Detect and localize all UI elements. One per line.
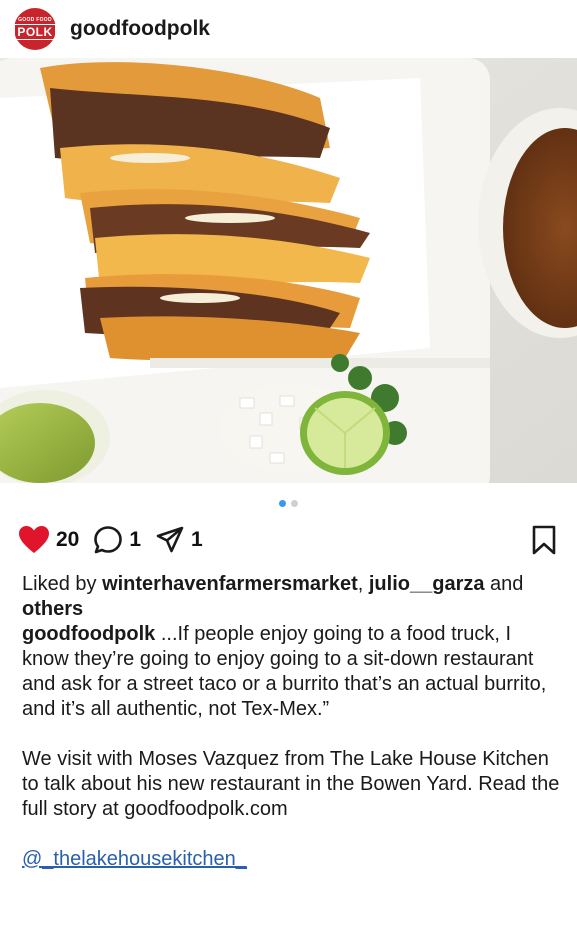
likes-separator: , (357, 573, 369, 595)
liker-link[interactable]: julio__garza (369, 573, 485, 595)
carousel-indicator (0, 500, 577, 507)
likes-and: and (484, 573, 524, 595)
caption-text: goodfoodpolk ...If people enjoy going to… (22, 622, 562, 722)
likes-others-link[interactable]: others (22, 598, 83, 620)
comment-count: 1 (129, 528, 142, 551)
tacos-photo-image (0, 58, 577, 483)
carousel-dot-active (279, 500, 286, 507)
post-caption: Liked by winterhavenfarmersmarket, julio… (22, 572, 562, 872)
action-bar: 20 1 1 (18, 522, 563, 558)
caption-text-2: We visit with Moses Vazquez from The Lak… (22, 748, 560, 820)
avatar-logo-text: POLK (14, 24, 56, 40)
share-count: 1 (191, 528, 203, 551)
like-count: 20 (56, 528, 80, 551)
comment-icon (94, 526, 123, 554)
share-button[interactable]: 1 (155, 525, 203, 555)
caption-author[interactable]: goodfoodpolk (22, 623, 155, 645)
post-photo[interactable] (0, 58, 577, 483)
like-button[interactable]: 20 (18, 525, 79, 555)
username[interactable]: goodfoodpolk (70, 17, 210, 41)
share-icon (156, 526, 184, 553)
heart-icon (19, 526, 49, 553)
bookmark-button[interactable] (531, 525, 557, 560)
mention-link[interactable]: @_thelakehousekitchen_ (22, 847, 562, 872)
post-header: GOOD FOOD POLK goodfoodpolk (0, 0, 577, 58)
avatar-top-text: GOOD FOOD (18, 17, 52, 23)
comment-button[interactable]: 1 (93, 525, 141, 555)
mention-text[interactable]: @_thelakehousekitchen_ (22, 848, 247, 870)
bookmark-icon (532, 525, 556, 555)
likes-prefix: Liked by (22, 573, 103, 595)
liker-link[interactable]: winterhavenfarmersmarket (102, 573, 358, 595)
carousel-dot (291, 500, 298, 507)
likes-line: Liked by winterhavenfarmersmarket, julio… (22, 572, 562, 622)
avatar[interactable]: GOOD FOOD POLK (14, 8, 56, 50)
